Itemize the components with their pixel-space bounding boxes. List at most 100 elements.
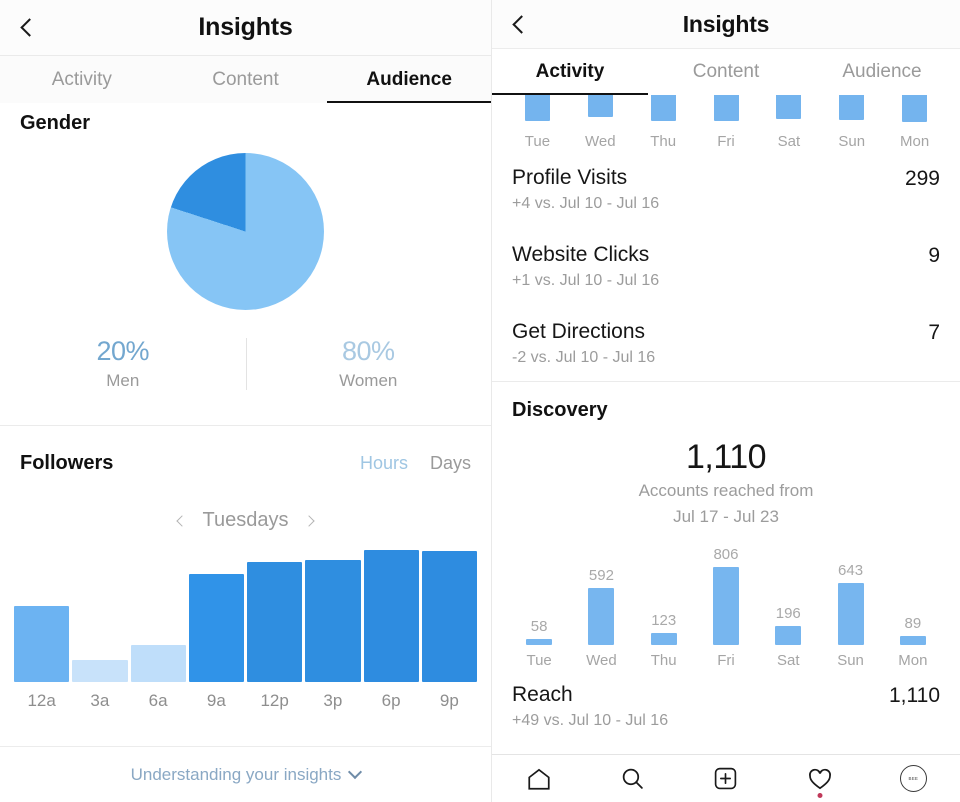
gender-women: 80% Women bbox=[246, 336, 492, 391]
legend-divider bbox=[245, 338, 247, 390]
gender-title: Gender bbox=[20, 112, 91, 134]
bar bbox=[588, 587, 615, 645]
followers-segmented-control: Hours Days bbox=[360, 453, 471, 474]
axis-tick-label: Wed bbox=[585, 133, 616, 150]
metric-comparison: +4 vs. Jul 10 - Jul 16 bbox=[512, 195, 660, 212]
axis-tick-label: 6p bbox=[381, 691, 401, 710]
back-button[interactable] bbox=[504, 7, 538, 41]
axis-tick-label: 12p bbox=[260, 691, 289, 710]
chevron-left-icon bbox=[511, 14, 531, 34]
metric-value: 7 bbox=[928, 321, 940, 344]
tab-content[interactable]: Content bbox=[164, 56, 328, 103]
bar bbox=[524, 95, 550, 121]
search-icon bbox=[622, 768, 643, 789]
axis-tick-label: Thu bbox=[650, 133, 677, 150]
men-label: Men bbox=[106, 371, 140, 390]
tab-bar-right: Activity Content Audience bbox=[492, 48, 960, 95]
nav-add-button[interactable] bbox=[705, 762, 747, 796]
metric-comparison: -2 vs. Jul 10 - Jul 16 bbox=[512, 349, 656, 366]
home-icon bbox=[528, 768, 550, 790]
understanding-insights-link[interactable]: Understanding your insights bbox=[0, 746, 491, 802]
axis-tick-label: Sun bbox=[838, 133, 866, 150]
bar bbox=[712, 566, 739, 645]
nav-profile-button[interactable]: BEE bbox=[892, 762, 934, 796]
reach-row[interactable]: Reach +49 vs. Jul 10 - Jul 16 1,110 bbox=[492, 669, 960, 744]
bar-column bbox=[883, 95, 946, 122]
discovery-bar-chart: 58 592 123 806 196 643 89 bbox=[492, 545, 960, 645]
women-percent: 80% bbox=[341, 336, 395, 366]
bar-column bbox=[130, 550, 186, 682]
axis-tick-label: Tue bbox=[524, 133, 551, 150]
axis-tick-label: Fri bbox=[717, 133, 735, 150]
axis-tick-label: Fri bbox=[717, 651, 735, 669]
bar-value-label: 123 bbox=[651, 611, 677, 629]
bar bbox=[839, 95, 865, 120]
plus-square-icon bbox=[715, 767, 737, 790]
axis-tick-label: 6a bbox=[148, 691, 168, 710]
bar bbox=[837, 582, 864, 645]
discovery-subtitle-line1: Accounts reached from bbox=[638, 481, 814, 500]
axis-tick-label: Mon bbox=[898, 651, 928, 669]
segment-hours[interactable]: Hours bbox=[360, 453, 408, 474]
reach-value: 1,110 bbox=[889, 683, 940, 707]
nav-home-button[interactable] bbox=[518, 762, 560, 796]
chevron-right-icon[interactable] bbox=[303, 514, 316, 527]
bar-value-label: 196 bbox=[775, 604, 801, 622]
bar-column bbox=[305, 550, 361, 682]
axis-tick-label: 3a bbox=[90, 691, 110, 710]
tab-audience[interactable]: Audience bbox=[327, 56, 491, 103]
gender-pie-wrap bbox=[0, 153, 491, 310]
metric-name: Profile Visits bbox=[512, 166, 628, 189]
bar bbox=[650, 632, 677, 645]
nav-search-button[interactable] bbox=[611, 762, 653, 796]
axis-tick-label: Mon bbox=[899, 133, 930, 150]
tab-activity[interactable]: Activity bbox=[0, 56, 164, 103]
back-button[interactable] bbox=[12, 11, 46, 45]
discovery-subtitle-line2: Jul 17 - Jul 23 bbox=[673, 506, 779, 526]
bar-column bbox=[569, 95, 632, 117]
bar-value-label: 643 bbox=[838, 561, 864, 579]
bar bbox=[363, 550, 419, 682]
chevron-left-icon[interactable] bbox=[175, 514, 188, 527]
tab-audience[interactable]: Audience bbox=[804, 49, 960, 95]
chevron-left-icon bbox=[19, 18, 39, 37]
metric-row[interactable]: Profile Visits +4 vs. Jul 10 - Jul 16 29… bbox=[492, 150, 960, 227]
bar-column: 89 bbox=[882, 545, 944, 645]
navbar-right: Insights bbox=[492, 0, 960, 48]
gender-pie-chart bbox=[167, 153, 324, 310]
discovery-total-value: 1,110 bbox=[685, 438, 767, 476]
axis-tick-label: Sun bbox=[837, 651, 864, 669]
bottom-navigation-bar: BEE bbox=[492, 754, 960, 802]
bar-value-label: 58 bbox=[530, 618, 548, 636]
bar-value-label: 89 bbox=[904, 615, 922, 633]
axis-tick-label: Sat bbox=[777, 651, 800, 669]
gender-legend: 20% Men 80% Women bbox=[0, 336, 491, 391]
axis-tick-label: 12a bbox=[27, 691, 56, 710]
bar bbox=[247, 562, 303, 682]
axis-tick-label: Thu bbox=[650, 651, 677, 669]
axis-tick-label: Wed bbox=[586, 651, 617, 669]
understanding-insights-label: Understanding your insights bbox=[130, 764, 342, 784]
bar bbox=[650, 95, 676, 121]
profile-avatar-icon: BEE bbox=[899, 765, 927, 792]
axis-tick-label: Tue bbox=[526, 651, 552, 669]
axis-tick-label: Sat bbox=[777, 133, 801, 150]
heart-icon bbox=[808, 768, 831, 789]
segment-days[interactable]: Days bbox=[430, 453, 471, 474]
tab-content[interactable]: Content bbox=[648, 49, 804, 95]
day-navigator-label: Tuesdays bbox=[202, 509, 289, 531]
tab-activity[interactable]: Activity bbox=[492, 49, 648, 95]
metric-row[interactable]: Website Clicks +1 vs. Jul 10 - Jul 16 9 bbox=[492, 227, 960, 304]
bar-column: 643 bbox=[819, 545, 881, 645]
metric-name: Website Clicks bbox=[512, 243, 650, 266]
axis-tick-label: 3p bbox=[323, 691, 343, 710]
bar-column: 592 bbox=[570, 545, 632, 645]
bar bbox=[587, 95, 613, 117]
bar bbox=[188, 574, 244, 682]
men-percent: 20% bbox=[96, 336, 150, 366]
section-divider bbox=[0, 425, 491, 426]
navbar-left: Insights bbox=[0, 0, 491, 55]
followers-hours-bar-chart bbox=[0, 550, 491, 682]
nav-activity-button[interactable] bbox=[799, 762, 841, 798]
metric-row[interactable]: Get Directions -2 vs. Jul 10 - Jul 16 7 bbox=[492, 304, 960, 381]
